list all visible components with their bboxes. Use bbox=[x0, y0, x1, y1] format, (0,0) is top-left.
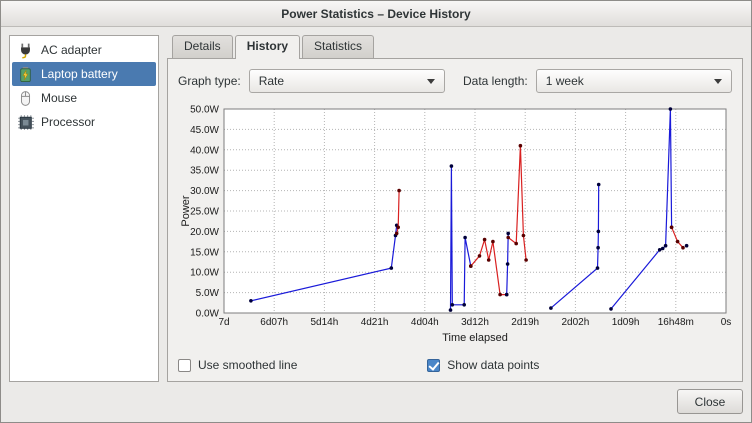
tab-label: Statistics bbox=[314, 39, 362, 53]
tab-history[interactable]: History bbox=[235, 35, 300, 59]
svg-text:50.0W: 50.0W bbox=[190, 105, 219, 116]
svg-text:4d21h: 4d21h bbox=[361, 317, 389, 328]
window-body: AC adapter Laptop battery Mouse bbox=[1, 27, 751, 422]
tab-details[interactable]: Details bbox=[172, 35, 233, 58]
svg-text:1d09h: 1d09h bbox=[612, 317, 640, 328]
svg-text:25.0W: 25.0W bbox=[190, 207, 219, 218]
svg-text:20.0W: 20.0W bbox=[190, 227, 219, 238]
svg-text:45.0W: 45.0W bbox=[190, 125, 219, 136]
device-item-label: Mouse bbox=[41, 91, 77, 105]
svg-text:Time elapsed: Time elapsed bbox=[442, 332, 508, 344]
svg-text:5d14h: 5d14h bbox=[310, 317, 338, 328]
svg-text:7d: 7d bbox=[218, 317, 229, 328]
data-length-value: 1 week bbox=[546, 74, 708, 88]
graph-type-select[interactable]: Rate bbox=[249, 69, 445, 93]
svg-text:16h48m: 16h48m bbox=[658, 317, 694, 328]
svg-text:40.0W: 40.0W bbox=[190, 145, 219, 156]
device-item-processor[interactable]: Processor bbox=[12, 110, 156, 134]
tab-bar: Details History Statistics bbox=[167, 35, 743, 58]
svg-text:35.0W: 35.0W bbox=[190, 166, 219, 177]
device-item-label: Laptop battery bbox=[41, 67, 118, 81]
tab-statistics[interactable]: Statistics bbox=[302, 35, 374, 58]
show-data-points-checkbox[interactable] bbox=[427, 359, 440, 372]
history-tab-panel: Graph type: Rate Data length: 1 week 0.0… bbox=[167, 58, 743, 382]
device-item-label: AC adapter bbox=[41, 43, 102, 57]
battery-icon bbox=[16, 65, 34, 83]
chevron-down-icon bbox=[427, 79, 435, 84]
data-length-label: Data length: bbox=[463, 74, 528, 88]
svg-text:0s: 0s bbox=[721, 317, 732, 328]
use-smoothed-line-checkbox[interactable] bbox=[178, 359, 191, 372]
svg-text:10.0W: 10.0W bbox=[190, 268, 219, 279]
tab-label: Details bbox=[184, 39, 221, 53]
graph-type-value: Rate bbox=[259, 74, 421, 88]
titlebar[interactable]: Power Statistics – Device History bbox=[1, 1, 751, 27]
close-button[interactable]: Close bbox=[677, 389, 743, 414]
svg-text:Power: Power bbox=[180, 195, 192, 227]
mouse-icon bbox=[16, 89, 34, 107]
device-list: AC adapter Laptop battery Mouse bbox=[9, 35, 159, 382]
svg-text:4d04h: 4d04h bbox=[411, 317, 439, 328]
svg-text:2d02h: 2d02h bbox=[561, 317, 589, 328]
history-chart: 0.0W 5.0W 10.0W 15.0W 20.0W 25.0W 30.0W 35.0W 40… bbox=[178, 101, 732, 347]
tab-label: History bbox=[247, 39, 288, 53]
svg-text:3d12h: 3d12h bbox=[461, 317, 489, 328]
chart-options: Use smoothed line Show data points bbox=[178, 355, 732, 375]
power-statistics-window: Power Statistics – Device History AC ada… bbox=[0, 0, 752, 423]
chart-area: 0.0W 5.0W 10.0W 15.0W 20.0W 25.0W 30.0W 35.0W 40… bbox=[178, 101, 732, 353]
window-title: Power Statistics – Device History bbox=[281, 7, 470, 21]
device-item-label: Processor bbox=[41, 115, 95, 129]
dialog-footer: Close bbox=[9, 389, 743, 414]
device-item-laptop-battery[interactable]: Laptop battery bbox=[12, 62, 156, 86]
show-data-points-label: Show data points bbox=[447, 358, 539, 372]
chart-controls: Graph type: Rate Data length: 1 week bbox=[178, 69, 732, 93]
use-smoothed-line-option: Use smoothed line bbox=[178, 358, 297, 372]
show-data-points-option: Show data points bbox=[427, 358, 539, 372]
device-item-mouse[interactable]: Mouse bbox=[12, 86, 156, 110]
notebook: Details History Statistics Graph type: R… bbox=[167, 35, 743, 382]
chevron-down-icon bbox=[714, 79, 722, 84]
svg-text:30.0W: 30.0W bbox=[190, 186, 219, 197]
svg-text:5.0W: 5.0W bbox=[196, 288, 220, 299]
svg-text:15.0W: 15.0W bbox=[190, 247, 219, 258]
ac-adapter-icon bbox=[16, 41, 34, 59]
svg-text:2d19h: 2d19h bbox=[511, 317, 539, 328]
data-length-select[interactable]: 1 week bbox=[536, 69, 732, 93]
graph-type-label: Graph type: bbox=[178, 74, 241, 88]
processor-icon bbox=[16, 113, 34, 131]
device-item-ac-adapter[interactable]: AC adapter bbox=[12, 38, 156, 62]
main-area: AC adapter Laptop battery Mouse bbox=[9, 35, 743, 382]
use-smoothed-line-label: Use smoothed line bbox=[198, 358, 297, 372]
svg-text:0.0W: 0.0W bbox=[196, 309, 220, 320]
svg-text:6d07h: 6d07h bbox=[260, 317, 288, 328]
